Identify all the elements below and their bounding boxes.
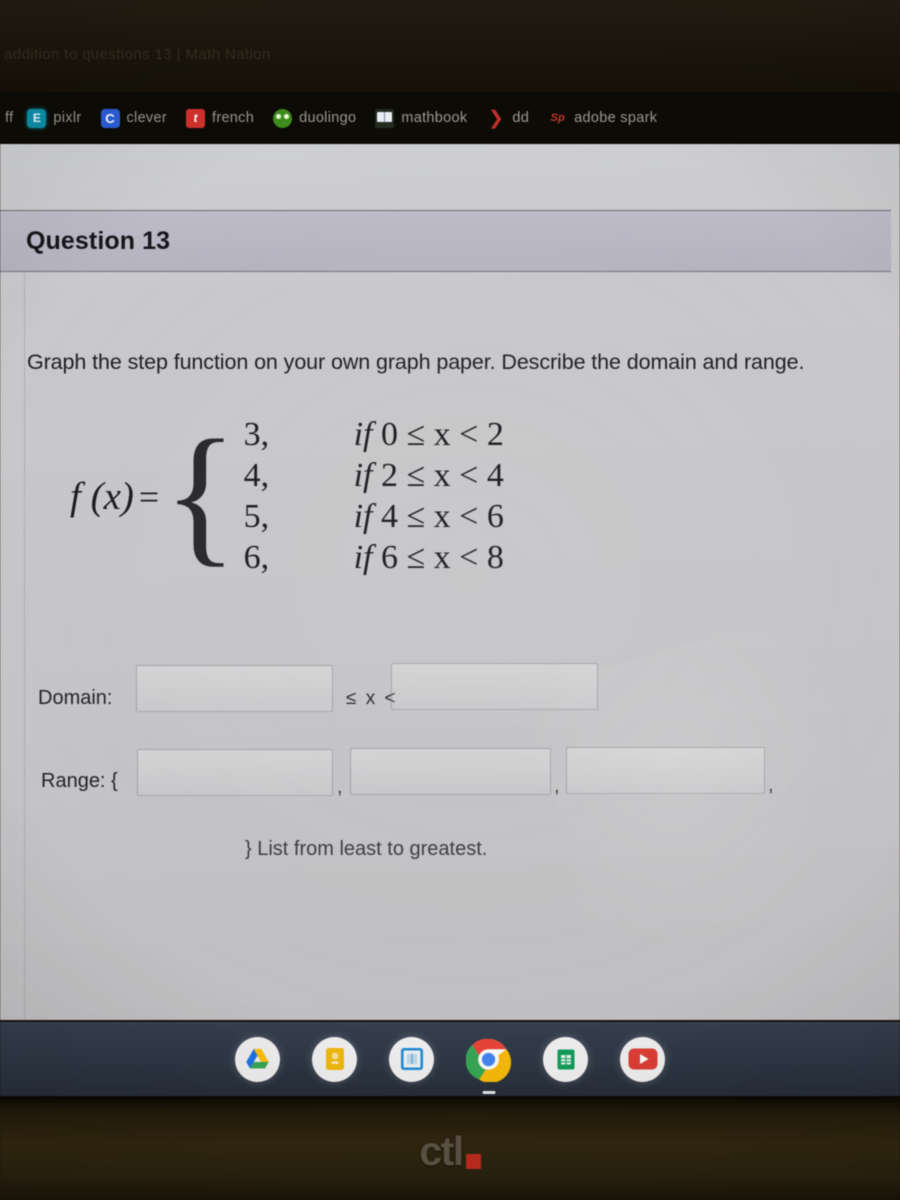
bookmark-adobe-spark[interactable]: Sp adobe spark: [548, 109, 657, 128]
shelf-app-chrome[interactable]: [466, 1037, 511, 1082]
page-title: Question 13: [26, 226, 171, 255]
bookmark-duolingo[interactable]: duolingo: [273, 108, 357, 128]
bookmark-label: pixlr: [53, 110, 82, 126]
left-brace-icon: {: [163, 408, 238, 581]
case-row: 4, if 2 ≤ x < 4: [244, 457, 504, 495]
google-drive-icon: [246, 1048, 269, 1068]
case-row: 3, if 0 ≤ x < 2: [244, 416, 504, 454]
google-keep-icon: [325, 1048, 344, 1070]
if-keyword: if: [353, 498, 373, 535]
bookmark-label: adobe spark: [574, 110, 658, 126]
open-book-icon: [375, 108, 395, 128]
question-prompt: Graph the step function on your own grap…: [27, 350, 805, 374]
bookmark-mathbook[interactable]: mathbook: [375, 108, 468, 128]
case-condition: if 0 ≤ x < 2: [354, 416, 504, 454]
bookmark-label: mathbook: [401, 110, 468, 126]
clever-icon: C: [100, 108, 120, 128]
case-inequality: 0 ≤ x < 2: [381, 416, 504, 453]
equals-sign: =: [138, 476, 160, 517]
case-value: 3,: [243, 416, 270, 453]
shelf-app-youtube[interactable]: [620, 1036, 665, 1082]
pixlr-icon: E: [27, 108, 47, 128]
bookmark-dd[interactable]: ❯ dd: [486, 109, 529, 128]
function-name: f (x): [70, 475, 134, 518]
domain-label: Domain:: [38, 687, 113, 709]
shelf-app-google-docs[interactable]: [389, 1036, 434, 1082]
range-input-2[interactable]: [350, 748, 551, 795]
crescent-icon: ❯: [487, 107, 504, 129]
case-inequality: 2 ≤ x < 4: [381, 457, 504, 494]
bookmark-clever[interactable]: C clever: [100, 108, 167, 128]
bookmark-label: duolingo: [299, 110, 357, 126]
range-label: Range: {: [41, 770, 118, 792]
bookmark-label: clever: [126, 110, 167, 126]
bookmarks-bar: ff E pixlr C clever t french duolingo ma…: [0, 92, 900, 144]
piecewise-function: f (x) = { 3, if 0 ≤ x < 2 4, if 2 ≤ x < …: [70, 416, 504, 577]
web-page-content: Question 13 Graph the step function on y…: [0, 144, 900, 1101]
chromeos-shelf: [0, 1022, 900, 1096]
youtube-icon: [628, 1048, 657, 1070]
laptop-screen-photo: addition to questions 13 | Math Nation f…: [0, 0, 900, 1200]
if-keyword: if: [353, 416, 373, 453]
question-header-banner: Question 13: [0, 210, 891, 272]
tinycards-icon: t: [185, 108, 205, 128]
brand-accent-square: [465, 1154, 481, 1169]
domain-operator: ≤ x <: [346, 688, 398, 709]
domain-lower-input[interactable]: [136, 665, 333, 712]
case-condition: if 6 ≤ x < 8: [354, 539, 504, 577]
google-docs-icon: [400, 1047, 423, 1071]
case-condition: if 2 ≤ x < 4: [354, 457, 504, 495]
bookmark-french[interactable]: t french: [185, 108, 255, 128]
active-tab-title[interactable]: addition to questions 13 | Math Nation: [4, 46, 271, 63]
range-input-3[interactable]: [566, 747, 765, 794]
bookmark-pixlr[interactable]: E pixlr: [27, 108, 82, 128]
case-inequality: 6 ≤ x < 8: [381, 539, 504, 576]
range-separator: ,: [768, 774, 774, 796]
case-inequality: 4 ≤ x < 6: [381, 498, 504, 535]
case-value: 4,: [243, 457, 270, 494]
range-input-1[interactable]: [137, 749, 333, 796]
chrome-icon: [466, 1038, 511, 1082]
range-separator: ,: [554, 775, 560, 797]
bookmark-label: dd: [512, 110, 530, 126]
case-value: 6,: [243, 539, 270, 576]
if-keyword: if: [353, 539, 373, 576]
adobe-spark-icon: Sp: [550, 111, 565, 124]
duolingo-owl-icon: [273, 108, 293, 128]
case-value: 5,: [243, 498, 270, 535]
function-cases: 3, if 0 ≤ x < 2 4, if 2 ≤ x < 4 5, if 4 …: [244, 416, 504, 577]
if-keyword: if: [353, 457, 373, 494]
card-left-border: [24, 210, 25, 1020]
bookmark-ff[interactable]: ff: [0, 109, 13, 128]
brand-name: ctl: [419, 1128, 464, 1174]
browser-tab-strip: addition to questions 13 | Math Nation: [0, 0, 900, 92]
bookmark-label: ff: [5, 110, 14, 126]
shelf-app-google-drive[interactable]: [235, 1036, 280, 1082]
range-note: } List from least to greatest.: [245, 838, 488, 860]
google-sheets-icon: [557, 1049, 574, 1069]
shelf-app-google-sheets[interactable]: [543, 1036, 588, 1082]
case-row: 5, if 4 ≤ x < 6: [244, 498, 504, 536]
range-separator: ,: [337, 776, 343, 798]
case-row: 6, if 6 ≤ x < 8: [244, 539, 504, 577]
bookmark-label: french: [211, 110, 255, 126]
shelf-app-google-keep[interactable]: [312, 1036, 357, 1082]
domain-upper-input[interactable]: [391, 663, 598, 710]
device-brand-logo: ctl: [0, 1131, 900, 1172]
case-condition: if 4 ≤ x < 6: [354, 498, 504, 536]
